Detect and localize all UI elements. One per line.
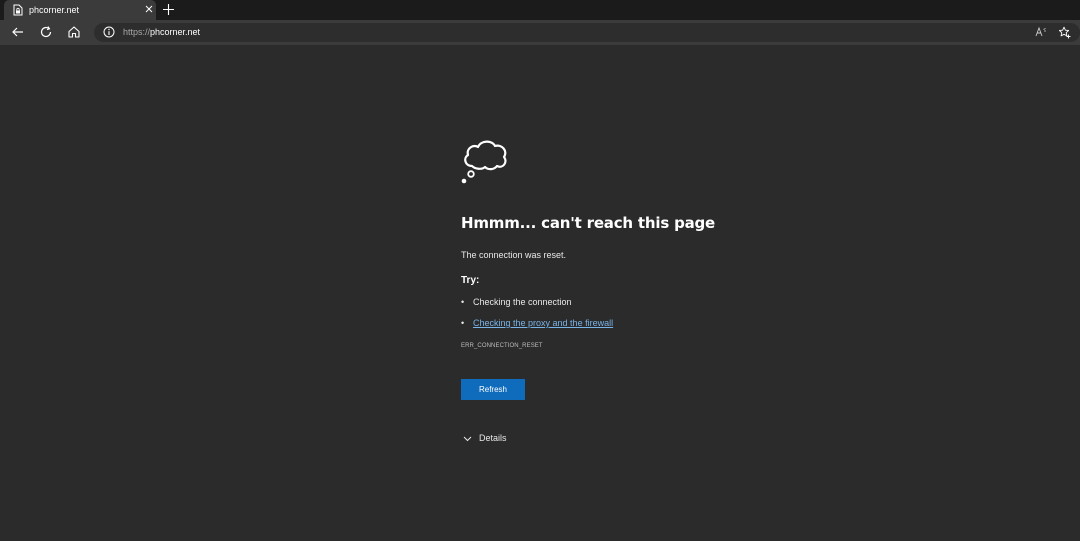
home-icon[interactable] <box>67 25 81 39</box>
tab-strip: phcorner.net <box>0 0 1080 20</box>
bullet: • <box>461 297 465 307</box>
info-icon[interactable] <box>103 26 115 38</box>
details-label: Details <box>479 433 507 443</box>
error-code: ERR_CONNECTION_RESET <box>461 343 543 349</box>
refresh-icon[interactable] <box>39 25 53 39</box>
url-scheme: https:// <box>123 27 151 37</box>
suggestion-list: • Checking the connection • Checking the… <box>461 296 613 338</box>
bullet: • <box>461 318 465 328</box>
page-lock-icon <box>13 4 23 16</box>
proxy-firewall-link[interactable]: Checking the proxy and the firewall <box>473 318 613 328</box>
toolbar: https://phcorner.net <box>0 20 1080 45</box>
suggestion-check-proxy: • Checking the proxy and the firewall <box>461 317 613 338</box>
back-arrow-icon[interactable] <box>11 25 25 39</box>
error-title: Hmmm... can't reach this page <box>461 214 716 232</box>
url-host: phcorner.net <box>150 27 201 37</box>
read-aloud-icon[interactable] <box>1035 26 1047 38</box>
address-bar[interactable]: https://phcorner.net <box>94 23 1080 42</box>
suggestion-text: Checking the connection <box>473 297 572 307</box>
try-label: Try: <box>461 275 480 286</box>
details-toggle[interactable]: Details <box>463 431 507 445</box>
add-favorite-icon[interactable] <box>1058 26 1071 39</box>
refresh-button[interactable]: Refresh <box>461 379 525 400</box>
close-icon[interactable] <box>144 4 154 14</box>
tab-title: phcorner.net <box>29 5 80 15</box>
error-description: The connection was reset. <box>461 250 567 260</box>
chevron-down-icon <box>463 436 472 441</box>
active-tab[interactable]: phcorner.net <box>4 0 156 20</box>
url-text[interactable]: https://phcorner.net <box>123 26 200 39</box>
cloud-thought-icon <box>461 140 507 184</box>
plus-icon[interactable] <box>162 3 175 16</box>
suggestion-check-connection: • Checking the connection <box>461 296 613 317</box>
